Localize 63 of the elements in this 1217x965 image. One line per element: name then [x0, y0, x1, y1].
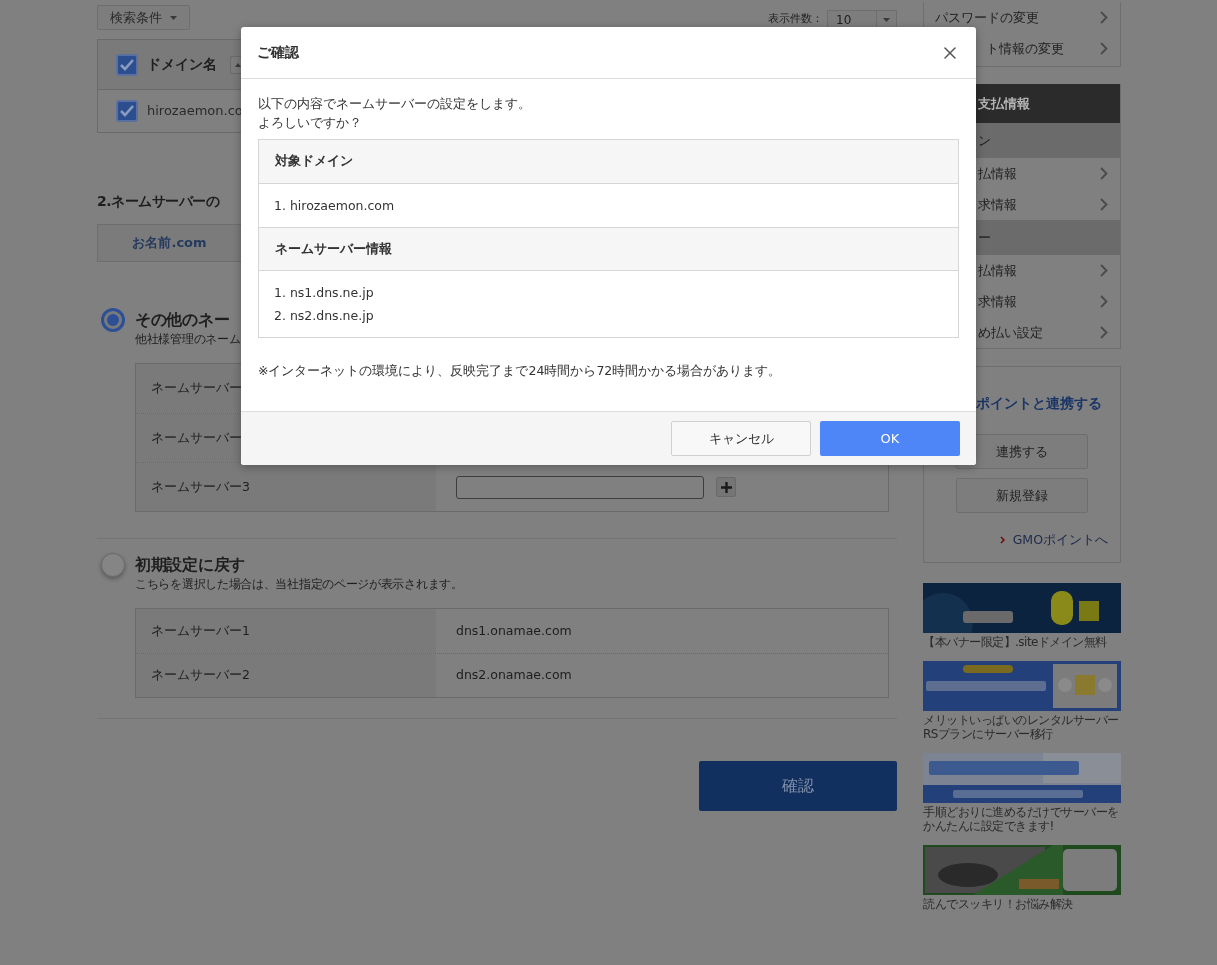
sidebar-link[interactable]: 払情報: [924, 158, 1120, 189]
domain-cell-text: hirozaemon.co: [147, 102, 243, 121]
row-label: ネームサーバー1: [151, 621, 250, 640]
radio-button[interactable]: [101, 308, 125, 332]
checkbox[interactable]: [116, 53, 138, 76]
sidebar-link[interactable]: パスワードの変更: [924, 2, 1120, 33]
option-title: 初期設定に戻す: [135, 554, 245, 576]
page-size-label: 表示件数：: [768, 11, 823, 28]
sort-up-icon: [234, 62, 241, 67]
sidebar-link[interactable]: め払い設定: [924, 317, 1120, 348]
sidebar-link[interactable]: 払情報: [924, 255, 1120, 286]
search-filter-button[interactable]: 検索条件: [97, 5, 190, 30]
gmo-title: ポイントと連携する: [975, 394, 1102, 413]
banner-caption: 【本バナー限定】.siteドメイン無料: [923, 635, 1108, 649]
chevron-right-icon: [1100, 11, 1108, 24]
banner-caption: メリットいっぱいのレンタルサーバーRSプランにサーバー移行: [923, 713, 1120, 741]
caret-icon: [170, 15, 177, 20]
row-label: ネームサーバー: [151, 428, 242, 447]
checkbox[interactable]: [116, 100, 138, 122]
section-heading: ネームサーバー情報: [275, 239, 392, 258]
summary-item: 2. ns2.dns.ne.jp: [274, 306, 375, 325]
chevron-right-icon: [1100, 198, 1108, 211]
section-heading: 2.ネームサーバーの: [97, 192, 220, 211]
radio-button[interactable]: [101, 553, 125, 577]
banner-caption: 読んでスッキリ！お悩み解決: [923, 897, 1074, 911]
option-title: その他のネー: [135, 309, 230, 331]
nameserver-value: dns1.onamae.com: [456, 621, 572, 640]
chevron-right-icon: [1100, 295, 1108, 308]
sidebar-link[interactable]: ト情報の変更: [924, 33, 1120, 64]
chevron-right-icon: [999, 536, 1005, 545]
option-description: 他社様管理のネーム: [135, 332, 241, 347]
ok-button[interactable]: OK: [820, 420, 960, 456]
row-label: ネームサーバー3: [151, 477, 250, 496]
server-tab[interactable]: お名前.com: [97, 224, 241, 262]
dialog-title: ご確認: [257, 43, 299, 62]
chevron-right-icon: [1100, 264, 1108, 277]
caret-icon: [883, 17, 890, 22]
plus-icon: [720, 481, 732, 493]
confirm-button[interactable]: 確認: [699, 761, 897, 811]
check-icon: [120, 58, 134, 71]
check-icon: [120, 105, 134, 117]
banner-caption: 手順どおりに進めるだけでサーバーをかんたんに設定できます!: [923, 805, 1120, 833]
cancel-button[interactable]: キャンセル: [671, 420, 811, 456]
nameserver-value: dns2.onamae.com: [456, 666, 572, 685]
chevron-right-icon: [1100, 326, 1108, 339]
gmo-button[interactable]: 新規登録: [956, 478, 1088, 513]
section-heading: 対象ドメイン: [275, 152, 353, 171]
row-label: ネームサーバー2: [151, 666, 250, 685]
sidebar-link[interactable]: 求情報: [924, 286, 1120, 317]
column-header: ドメイン名: [147, 55, 217, 74]
chevron-right-icon: [1100, 167, 1108, 180]
summary-item: 1. ns1.dns.ne.jp: [274, 283, 375, 302]
gmo-link[interactable]: GMOポイントへ: [1012, 531, 1108, 550]
row-label: ネームサーバー: [151, 379, 242, 398]
dialog-message: 以下の内容でネームサーバーの設定をします。: [258, 95, 532, 113]
dialog-note: ※インターネットの環境により、反映完了まで24時間から72時間かかる場合があります。: [258, 362, 783, 380]
option-description: こちらを選択した場合は、当社指定のページが表示されます。: [135, 577, 463, 592]
dialog-message: よろしいですか？: [258, 114, 363, 132]
sidebar-link[interactable]: 求情報: [924, 189, 1120, 220]
add-button[interactable]: [716, 477, 736, 497]
summary-item: 1. hirozaemon.com: [274, 196, 396, 215]
nameserver-input[interactable]: [456, 475, 704, 499]
chevron-right-icon: [1100, 42, 1108, 55]
